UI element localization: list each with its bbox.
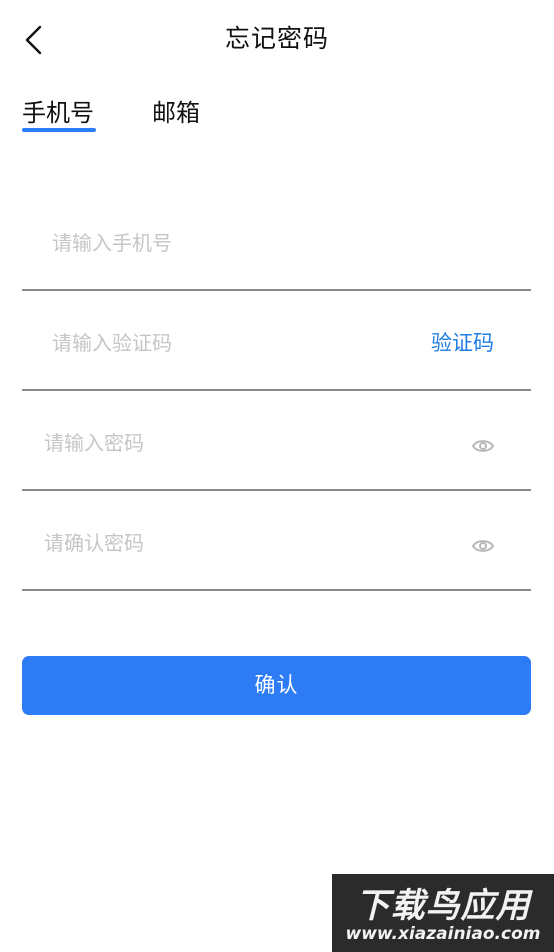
confirm-button[interactable]: 确认 bbox=[22, 656, 531, 715]
password-input[interactable] bbox=[44, 421, 444, 465]
confirm-password-field-row bbox=[22, 491, 531, 591]
eye-icon bbox=[471, 440, 495, 452]
tab-email[interactable]: 邮箱 bbox=[152, 96, 200, 130]
get-code-button[interactable]: 验证码 bbox=[431, 321, 494, 365]
page-title: 忘记密码 bbox=[224, 24, 329, 53]
active-tab-indicator bbox=[22, 128, 96, 132]
watermark-title: 下载鸟应用 bbox=[355, 885, 531, 926]
confirm-password-input[interactable] bbox=[44, 521, 444, 565]
eye-icon bbox=[471, 540, 495, 552]
watermark-url: www.xiazainiao.com bbox=[345, 924, 541, 944]
confirm-password-visibility-toggle[interactable] bbox=[471, 537, 495, 555]
watermark-logo: 下载鸟应用 www.xiazainiao.com bbox=[332, 874, 554, 952]
header-bar: 忘记密码 bbox=[0, 0, 554, 78]
tab-phone[interactable]: 手机号 bbox=[22, 96, 94, 130]
phone-field-row bbox=[22, 191, 531, 291]
code-input[interactable] bbox=[52, 321, 412, 365]
code-field-row: 验证码 bbox=[22, 291, 531, 391]
password-field-row bbox=[22, 391, 531, 491]
phone-input[interactable] bbox=[52, 221, 412, 265]
password-visibility-toggle[interactable] bbox=[471, 437, 495, 455]
